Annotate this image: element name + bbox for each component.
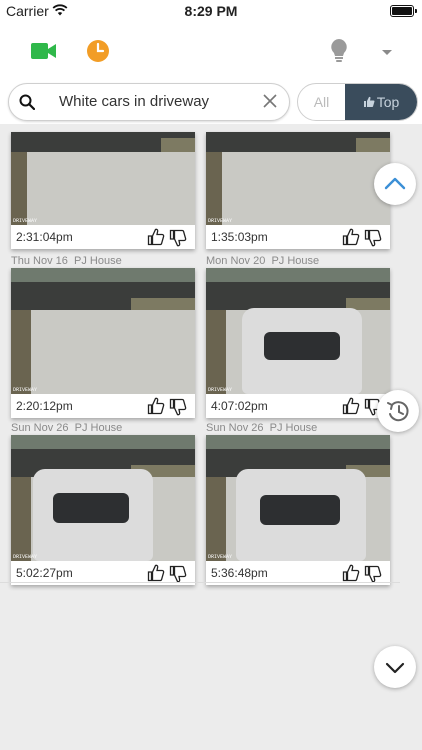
history-icon bbox=[387, 401, 409, 422]
clip-thumbnail[interactable]: DRIVEWAY bbox=[11, 132, 195, 225]
filter-top-tab[interactable]: Top bbox=[345, 84, 417, 120]
clip-time: 5:36:48pm bbox=[211, 566, 268, 580]
chevron-up-icon bbox=[384, 177, 406, 190]
scroll-up-button[interactable] bbox=[374, 163, 416, 205]
thumbs-down-icon[interactable] bbox=[364, 565, 382, 583]
clip-grid: DRIVEWAY 2:31:04pm DRIVEWAY 1:35:03pm Th… bbox=[0, 124, 422, 750]
clear-search-icon[interactable] bbox=[263, 94, 277, 108]
thumbs-up-icon[interactable] bbox=[147, 564, 165, 582]
thumbs-up-icon[interactable] bbox=[147, 397, 165, 415]
camera-label: DRIVEWAY bbox=[208, 554, 233, 560]
clip-thumbnail[interactable]: DRIVEWAY bbox=[206, 268, 390, 394]
thumbs-up-icon[interactable] bbox=[342, 397, 360, 415]
clip-card[interactable]: DRIVEWAY 4:07:02pm bbox=[206, 268, 390, 418]
thumbs-up-icon[interactable] bbox=[147, 228, 165, 246]
clip-card[interactable]: DRIVEWAY 5:36:48pm bbox=[206, 435, 390, 585]
thumbs-down-icon[interactable] bbox=[169, 565, 187, 583]
status-bar: Carrier 8:29 PM bbox=[0, 0, 422, 22]
clip-thumbnail[interactable]: DRIVEWAY bbox=[11, 435, 195, 561]
clip-time: 2:31:04pm bbox=[16, 230, 73, 244]
clip-card[interactable]: DRIVEWAY 2:31:04pm bbox=[11, 132, 195, 249]
search-row: White cars in driveway All Top bbox=[0, 80, 422, 124]
scroll-down-button[interactable] bbox=[374, 646, 416, 688]
camera-label: DRIVEWAY bbox=[13, 387, 38, 393]
camera-label: DRIVEWAY bbox=[13, 218, 38, 224]
chevron-down-icon bbox=[385, 662, 405, 674]
chevron-down-icon[interactable] bbox=[381, 49, 393, 57]
lightbulb-icon[interactable] bbox=[330, 38, 348, 64]
clip-card[interactable]: DRIVEWAY 5:02:27pm bbox=[11, 435, 195, 585]
search-query[interactable]: White cars in driveway bbox=[59, 93, 209, 110]
clock-icon[interactable] bbox=[86, 39, 110, 63]
clip-caption: Sun Nov 26 PJ House bbox=[11, 422, 123, 434]
camera-label: DRIVEWAY bbox=[208, 218, 233, 224]
battery-icon bbox=[390, 5, 417, 17]
thumbs-down-icon[interactable] bbox=[364, 229, 382, 247]
clip-card[interactable]: DRIVEWAY 2:20:12pm bbox=[11, 268, 195, 418]
clip-thumbnail[interactable]: DRIVEWAY bbox=[206, 132, 390, 225]
thumbs-down-icon[interactable] bbox=[169, 398, 187, 416]
clip-caption: Thu Nov 16 PJ House bbox=[11, 255, 122, 267]
top-toolbar bbox=[0, 22, 422, 80]
list-divider bbox=[0, 582, 400, 583]
filter-top-label: Top bbox=[376, 94, 400, 110]
clip-time: 1:35:03pm bbox=[211, 230, 268, 244]
filter-all-tab[interactable]: All bbox=[298, 84, 345, 120]
search-field[interactable]: White cars in driveway bbox=[8, 83, 290, 121]
clip-thumbnail[interactable]: DRIVEWAY bbox=[206, 435, 390, 561]
video-camera-icon[interactable] bbox=[31, 42, 57, 60]
clip-caption: Mon Nov 20 PJ House bbox=[206, 255, 320, 267]
thumbs-down-icon[interactable] bbox=[169, 229, 187, 247]
clip-time: 2:20:12pm bbox=[16, 399, 73, 413]
clip-time: 5:02:27pm bbox=[16, 566, 73, 580]
thumbs-up-icon bbox=[363, 96, 375, 108]
clip-time: 4:07:02pm bbox=[211, 399, 268, 413]
clip-thumbnail[interactable]: DRIVEWAY bbox=[11, 268, 195, 394]
search-icon bbox=[19, 94, 35, 110]
filter-segmented-control: All Top bbox=[297, 83, 418, 121]
clip-caption: Sun Nov 26 PJ House bbox=[206, 422, 318, 434]
thumbs-up-icon[interactable] bbox=[342, 564, 360, 582]
clip-card[interactable]: DRIVEWAY 1:35:03pm bbox=[206, 132, 390, 249]
clock-time: 8:29 PM bbox=[184, 3, 238, 19]
camera-label: DRIVEWAY bbox=[208, 387, 233, 393]
thumbs-up-icon[interactable] bbox=[342, 228, 360, 246]
history-button[interactable] bbox=[377, 390, 419, 432]
camera-label: DRIVEWAY bbox=[13, 554, 38, 560]
